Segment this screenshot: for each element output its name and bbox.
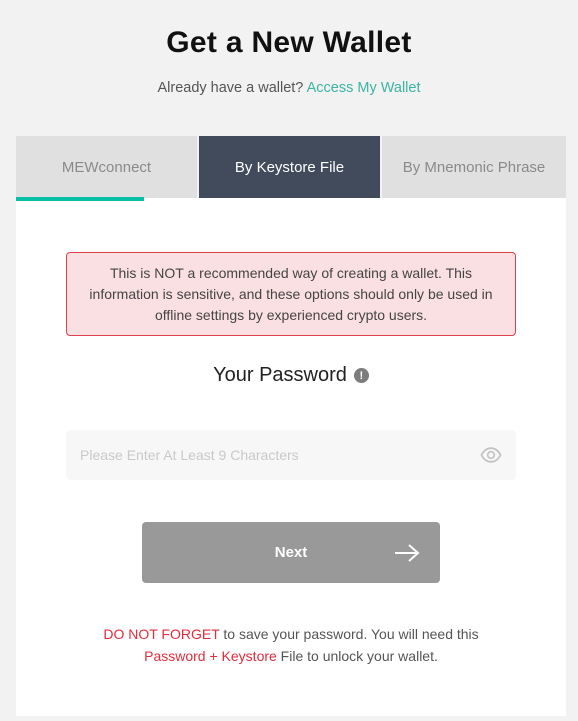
info-icon[interactable]: ! bbox=[353, 368, 369, 383]
tab-keystore-file[interactable]: By Keystore File bbox=[199, 136, 382, 198]
next-button-label: Next bbox=[274, 544, 308, 561]
eye-icon[interactable] bbox=[480, 444, 502, 466]
wallet-type-tabs: MEWconnect By Keystore File By Mnemonic … bbox=[16, 136, 566, 198]
create-wallet-card: This is NOT a recommended way of creatin… bbox=[16, 198, 566, 716]
subtitle: Already have a wallet? Access My Wallet bbox=[0, 80, 578, 96]
password-heading: Your Password ! bbox=[16, 364, 566, 387]
active-tab-indicator bbox=[16, 197, 144, 201]
password-title: Your Password bbox=[213, 364, 347, 386]
next-button[interactable]: Next bbox=[142, 522, 440, 583]
password-field bbox=[66, 430, 516, 480]
tab-mewconnect[interactable]: MEWconnect bbox=[16, 136, 199, 198]
password-input[interactable] bbox=[66, 430, 480, 480]
access-my-wallet-link[interactable]: Access My Wallet bbox=[307, 80, 421, 96]
subtitle-text: Already have a wallet? bbox=[157, 80, 304, 96]
password-keystore-text: Password + Keystore bbox=[144, 648, 277, 664]
note-text-2: File to unlock your wallet. bbox=[276, 648, 438, 664]
note-text-1: to save your password. You will need thi… bbox=[219, 626, 479, 642]
page-title: Get a New Wallet bbox=[166, 26, 412, 59]
password-reminder-note: DO NOT FORGET to save your password. You… bbox=[16, 623, 566, 667]
do-not-forget-text: DO NOT FORGET bbox=[103, 626, 220, 642]
warning-alert: This is NOT a recommended way of creatin… bbox=[66, 252, 516, 336]
arrow-right-icon bbox=[394, 542, 420, 564]
tab-mnemonic-phrase[interactable]: By Mnemonic Phrase bbox=[382, 136, 566, 198]
